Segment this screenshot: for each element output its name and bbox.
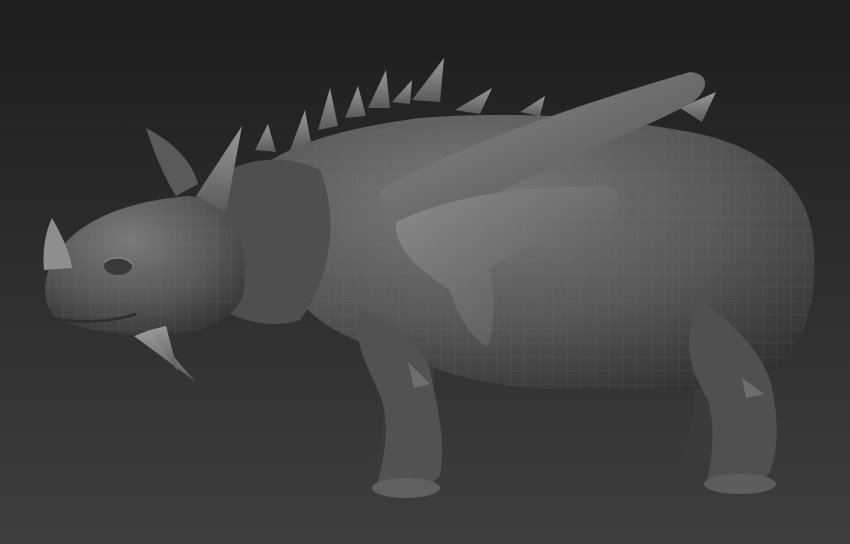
- sculpt-model[interactable]: [0, 0, 850, 544]
- creature-ear: [146, 128, 198, 196]
- viewport-canvas[interactable]: [0, 0, 850, 544]
- chin-tusks: [134, 326, 196, 382]
